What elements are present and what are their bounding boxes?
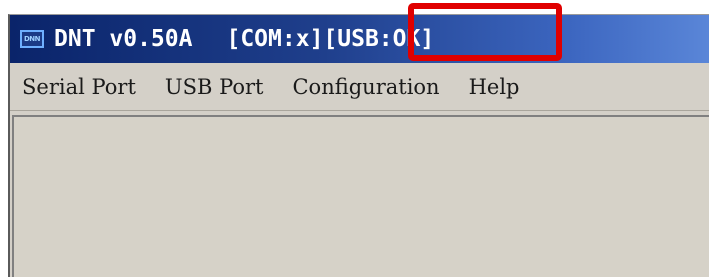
app-icon-label: DNN bbox=[23, 35, 41, 43]
usb-status: [USB:OK] bbox=[323, 26, 435, 52]
menu-usb-port[interactable]: USB Port bbox=[165, 75, 264, 99]
window-title: DNT v0.50A bbox=[54, 26, 193, 52]
menu-help[interactable]: Help bbox=[469, 75, 520, 99]
menu-configuration[interactable]: Configuration bbox=[292, 75, 439, 99]
menu-serial-port[interactable]: Serial Port bbox=[22, 75, 136, 99]
app-icon[interactable]: DNN bbox=[20, 30, 44, 48]
app-window: DNN DNT v0.50A [COM:x] [USB:OK] Serial P… bbox=[8, 3, 709, 277]
title-bar[interactable]: DNN DNT v0.50A [COM:x] [USB:OK] bbox=[10, 3, 709, 63]
com-status: [COM:x] bbox=[226, 26, 324, 52]
menu-bar: Serial Port USB Port Configuration Help bbox=[10, 63, 709, 111]
main-content-area bbox=[12, 115, 709, 277]
